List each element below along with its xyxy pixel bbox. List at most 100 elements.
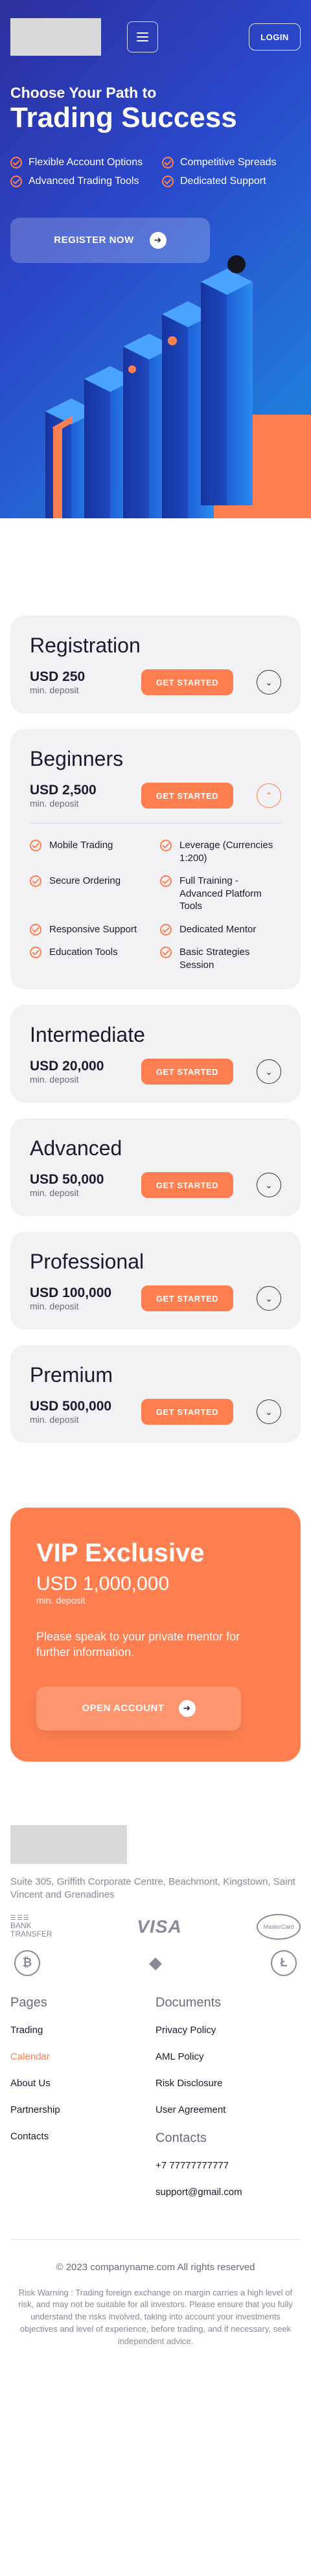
- plan-feature-item: Full Training - Advanced Platform Tools: [160, 875, 281, 913]
- check-circle-icon: [162, 157, 174, 169]
- get-started-button[interactable]: GET STARTED: [141, 783, 233, 809]
- plan-card-beginners: Beginners USD 2,500 min. deposit GET STA…: [10, 729, 301, 989]
- check-circle-icon: [160, 840, 172, 851]
- bank-transfer-icon: ☰☰☰ BANK TRANSFER: [10, 1914, 52, 1938]
- plan-title: Premium: [30, 1363, 113, 1386]
- feature-item: Competitive Spreads: [162, 156, 301, 169]
- hero-features: Flexible Account Options Competitive Spr…: [10, 156, 301, 188]
- hero-subtitle: Choose Your Path to: [10, 84, 157, 101]
- vip-card: VIP Exclusive USD 1,000,000 min. deposit…: [10, 1508, 301, 1762]
- vip-text: Please speak to your private mentor for …: [36, 1630, 240, 1659]
- plan-title: Advanced: [30, 1136, 122, 1160]
- get-started-button[interactable]: GET STARTED: [141, 1285, 233, 1311]
- company-address: Suite 305, Griffith Corporate Centre, Be…: [10, 1876, 295, 1901]
- plan-card-premium: Premium USD 500,000 min. deposit GET STA…: [10, 1345, 301, 1443]
- logo-placeholder[interactable]: [10, 18, 101, 56]
- check-circle-icon: [30, 840, 41, 851]
- chevron-down-icon[interactable]: ⌄: [257, 1286, 281, 1311]
- contacts-title: Contacts: [156, 2130, 207, 2145]
- email-link[interactable]: support@gmail.com: [156, 2187, 301, 2198]
- documents-title: Documents: [156, 1995, 222, 2010]
- pages-title: Pages: [10, 1995, 47, 2010]
- plan-feature-item: Secure Ordering: [30, 875, 151, 913]
- plan-card-intermediate: Intermediate USD 20,000 min. deposit GET…: [10, 1005, 301, 1103]
- footer-logo-placeholder[interactable]: [10, 1825, 127, 1864]
- hero-illustration: [0, 233, 311, 518]
- open-account-button[interactable]: OPEN ACCOUNT ➜: [36, 1686, 241, 1731]
- plan-title: Registration: [30, 634, 141, 657]
- check-circle-icon: [162, 176, 174, 188]
- footer-link-calendar[interactable]: Calendar: [10, 2051, 156, 2062]
- hero-title: Trading Success: [10, 102, 237, 133]
- check-circle-icon: [160, 947, 172, 958]
- plan-deposit: USD 2,500 min. deposit: [30, 783, 97, 809]
- phone-link[interactable]: +7 77777777777: [156, 2160, 301, 2171]
- vip-amount: USD 1,000,000: [36, 1573, 170, 1594]
- feature-item: Flexible Account Options: [10, 156, 149, 169]
- login-button[interactable]: LOGIN: [249, 23, 301, 51]
- check-circle-icon: [30, 875, 41, 887]
- chevron-down-icon[interactable]: ⌄: [257, 1059, 281, 1084]
- plan-deposit: USD 250 min. deposit: [30, 669, 86, 695]
- footer-link-user-agreement[interactable]: User Agreement: [156, 2104, 301, 2115]
- chevron-down-icon[interactable]: ⌄: [257, 1173, 281, 1197]
- chevron-down-icon[interactable]: ⌄: [257, 1399, 281, 1424]
- bar-steps-illustration: [45, 255, 253, 518]
- check-circle-icon: [10, 176, 22, 188]
- plan-deposit: USD 100,000 min. deposit: [30, 1285, 112, 1311]
- plan-feature-item: Responsive Support: [30, 923, 151, 936]
- check-circle-icon: [30, 947, 41, 958]
- hero-section: LOGIN Choose Your Path to Trading Succes…: [0, 0, 311, 518]
- footer-link-trading[interactable]: Trading: [10, 2025, 156, 2036]
- payment-methods: ☰☰☰ BANK TRANSFER VISA MasterCard: [10, 1913, 301, 1940]
- footer-link-privacy-policy[interactable]: Privacy Policy: [156, 2025, 301, 2036]
- footer-link-contacts[interactable]: Contacts: [10, 2131, 156, 2142]
- plan-title: Beginners: [30, 747, 124, 770]
- bitcoin-icon: ₿: [14, 1949, 40, 1976]
- check-circle-icon: [160, 923, 172, 936]
- plan-feature-item: Education Tools: [30, 946, 151, 971]
- chevron-up-icon[interactable]: ⌃: [257, 783, 281, 808]
- footer-link-about-us[interactable]: About Us: [10, 2078, 156, 2089]
- get-started-button[interactable]: GET STARTED: [141, 1059, 233, 1085]
- plan-card-professional: Professional USD 100,000 min. deposit GE…: [10, 1232, 301, 1329]
- menu-line-icon: [137, 36, 148, 38]
- get-started-button[interactable]: GET STARTED: [141, 1399, 233, 1425]
- plan-deposit: USD 20,000 min. deposit: [30, 1059, 104, 1085]
- check-circle-icon: [30, 923, 41, 936]
- plan-feature-item: Mobile Trading: [30, 839, 151, 864]
- copyright: © 2023 companyname.com All rights reserv…: [10, 2238, 301, 2273]
- menu-line-icon: [137, 32, 148, 34]
- vip-min-label: min. deposit: [36, 1595, 86, 1605]
- vip-title: VIP Exclusive: [36, 1539, 205, 1567]
- arrow-right-icon: ➜: [178, 1699, 196, 1717]
- hamburger-menu-button[interactable]: [127, 21, 158, 52]
- plan-card-registration: Registration USD 250 min. deposit GET ST…: [10, 615, 301, 713]
- get-started-button[interactable]: GET STARTED: [141, 669, 233, 695]
- mastercard-icon: MasterCard: [256, 1913, 301, 1940]
- feature-item: Advanced Trading Tools: [10, 175, 149, 188]
- get-started-button[interactable]: GET STARTED: [141, 1172, 233, 1198]
- plan-feature-item: Basic Strategies Session: [160, 946, 281, 971]
- plan-title: Intermediate: [30, 1023, 145, 1046]
- footer-link-aml-policy[interactable]: AML Policy: [156, 2051, 301, 2062]
- crypto-methods: ₿ ◆ Ł: [10, 1949, 301, 1976]
- check-circle-icon: [10, 157, 22, 169]
- plans-section: Registration USD 250 min. deposit GET ST…: [0, 518, 311, 1443]
- footer: Suite 305, Griffith Corporate Centre, Be…: [0, 1762, 311, 2348]
- pages-column: Pages Trading Calendar About Us Partners…: [10, 1995, 156, 2213]
- feature-item: Dedicated Support: [162, 175, 301, 188]
- plan-card-advanced: Advanced USD 50,000 min. deposit GET STA…: [10, 1118, 301, 1216]
- check-circle-icon: [160, 875, 172, 887]
- plan-deposit: USD 500,000 min. deposit: [30, 1399, 112, 1425]
- footer-link-risk-disclosure[interactable]: Risk Disclosure: [156, 2078, 301, 2089]
- plan-deposit: USD 50,000 min. deposit: [30, 1172, 104, 1198]
- footer-link-partnership[interactable]: Partnership: [10, 2104, 156, 2115]
- menu-line-icon: [137, 40, 148, 41]
- risk-warning: Risk Warning : Trading foreign exchange …: [18, 2287, 293, 2346]
- chevron-down-icon[interactable]: ⌄: [257, 670, 281, 695]
- footer-links: Pages Trading Calendar About Us Partners…: [10, 1995, 301, 2213]
- litecoin-icon: Ł: [271, 1949, 297, 1976]
- top-navigation: LOGIN: [0, 0, 311, 56]
- plan-feature-item: Dedicated Mentor: [160, 923, 281, 936]
